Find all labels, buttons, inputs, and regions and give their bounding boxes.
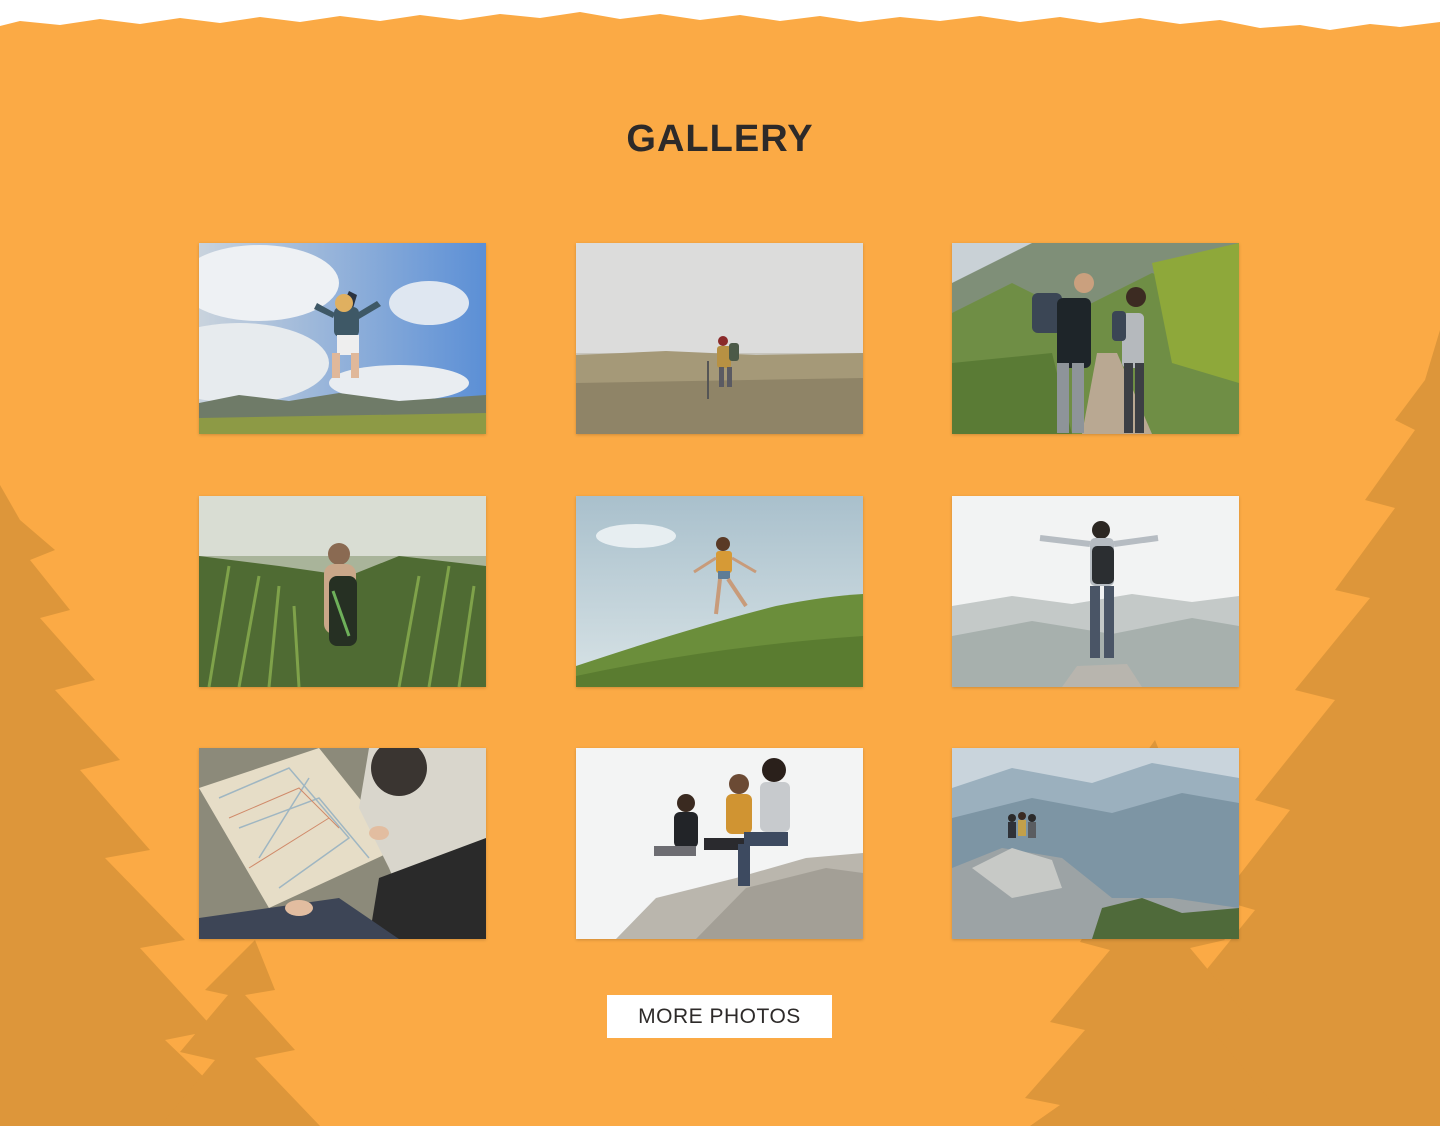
photo-hiker-grass-icon bbox=[199, 496, 486, 687]
photo-jumping-hiker-icon bbox=[199, 243, 486, 434]
gallery-photo-1[interactable] bbox=[199, 243, 486, 434]
more-photos-button[interactable]: MORE PHOTOS bbox=[607, 995, 832, 1038]
torn-paper-edge bbox=[0, 0, 1440, 30]
photo-friends-rock-icon bbox=[576, 748, 863, 939]
gallery-photo-5[interactable] bbox=[576, 496, 863, 687]
photo-summit-arms-icon bbox=[952, 496, 1239, 687]
gallery-photo-8[interactable] bbox=[576, 748, 863, 939]
photo-walking-field-icon bbox=[576, 243, 863, 434]
photo-hill-walk-icon bbox=[576, 496, 863, 687]
gallery-title: GALLERY bbox=[626, 118, 814, 160]
gallery-photo-7[interactable] bbox=[199, 748, 486, 939]
gallery-photo-4[interactable] bbox=[199, 496, 486, 687]
photo-mountain-view-icon bbox=[952, 748, 1239, 939]
gallery-photo-9[interactable] bbox=[952, 748, 1239, 939]
gallery-photo-6[interactable] bbox=[952, 496, 1239, 687]
gallery-photo-2[interactable] bbox=[576, 243, 863, 434]
gallery-photo-3[interactable] bbox=[952, 243, 1239, 434]
photo-hikers-trail-icon bbox=[952, 243, 1239, 434]
photo-reading-map-icon bbox=[199, 748, 486, 939]
photo-grid bbox=[199, 243, 1240, 940]
